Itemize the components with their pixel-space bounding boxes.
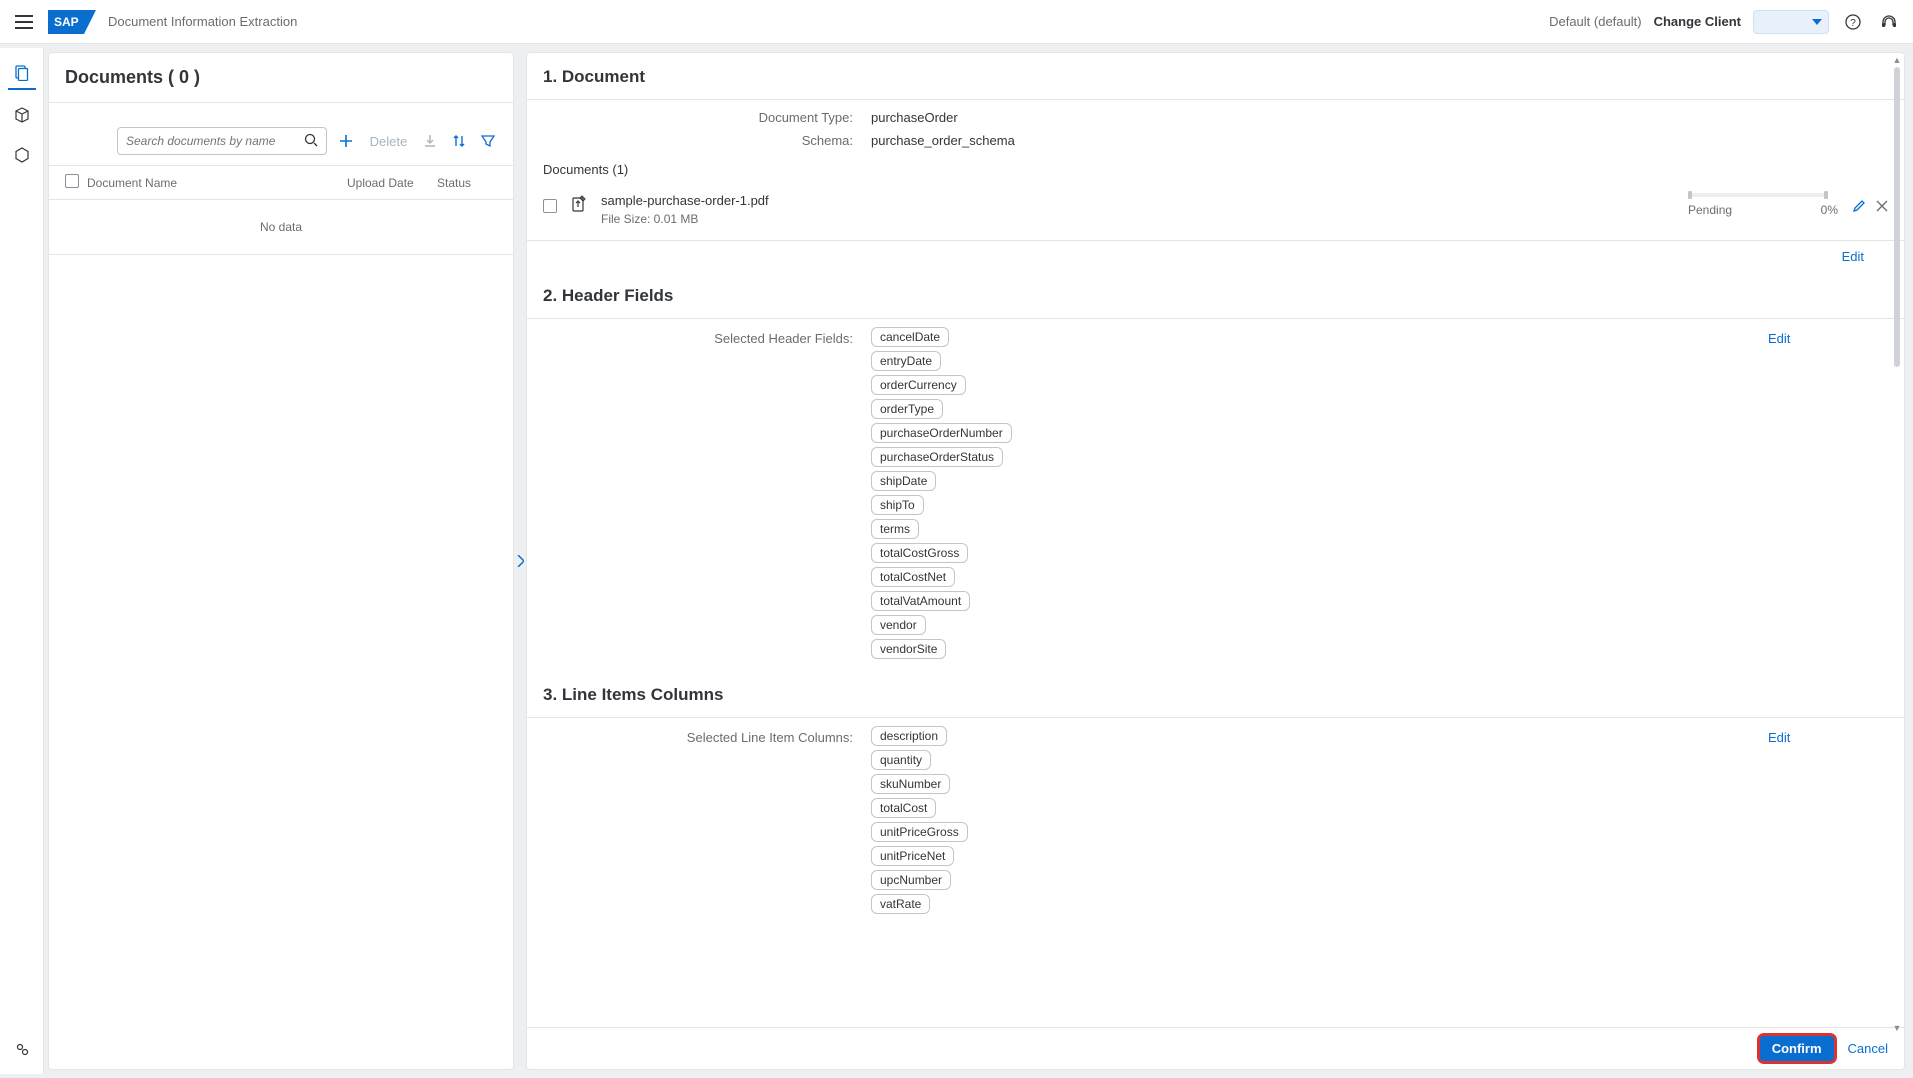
delete-button: Delete	[366, 134, 412, 149]
upload-progress	[1688, 193, 1828, 197]
help-icon[interactable]: ?	[1841, 10, 1865, 34]
vertical-scrollbar[interactable]: ▲ ▼	[1892, 55, 1902, 1067]
field-token: totalVatAmount	[871, 591, 970, 611]
field-token: unitPriceNet	[871, 846, 954, 866]
edit-icon[interactable]	[1852, 199, 1866, 216]
default-client-label: Default (default)	[1549, 14, 1642, 29]
field-token: totalCost	[871, 798, 936, 818]
field-token: totalCostGross	[871, 543, 968, 563]
upload-progress-pct: 0%	[1821, 203, 1838, 217]
documents-table-header: Document Name Upload Date Status	[49, 165, 513, 200]
sap-logo: SAP	[48, 10, 96, 34]
search-field[interactable]	[126, 134, 304, 148]
close-icon[interactable]	[1876, 200, 1888, 215]
svg-text:SAP: SAP	[54, 15, 79, 29]
cancel-button[interactable]: Cancel	[1848, 1041, 1888, 1056]
splitter-handle[interactable]	[514, 48, 526, 1074]
field-token: vatRate	[871, 894, 930, 914]
field-token: cancelDate	[871, 327, 949, 347]
sort-icon[interactable]	[450, 129, 469, 153]
search-input[interactable]	[117, 127, 327, 155]
svg-text:?: ?	[1850, 18, 1856, 29]
select-all-checkbox[interactable]	[65, 174, 79, 188]
menu-icon[interactable]	[12, 10, 36, 34]
field-token: skuNumber	[871, 774, 950, 794]
field-token: upcNumber	[871, 870, 951, 890]
documents-title: Documents ( 0 )	[65, 67, 497, 88]
field-token: entryDate	[871, 351, 941, 371]
add-button[interactable]	[337, 129, 356, 153]
file-size: File Size: 0.01 MB	[601, 212, 769, 226]
document-row: sample-purchase-order-1.pdf File Size: 0…	[527, 183, 1904, 241]
doctype-label: Document Type:	[543, 110, 853, 125]
line-item-tokens: description quantity skuNumber totalCost uni…	[871, 726, 1750, 914]
col-upload-date: Upload Date	[347, 176, 437, 190]
field-token: unitPriceGross	[871, 822, 968, 842]
doctype-value: purchaseOrder	[871, 110, 958, 125]
nav-cube-icon[interactable]	[8, 102, 36, 130]
scrollbar-thumb[interactable]	[1894, 67, 1900, 367]
scroll-up-icon[interactable]: ▲	[1892, 55, 1902, 65]
support-icon[interactable]	[1877, 10, 1901, 34]
selected-header-fields-label: Selected Header Fields:	[543, 327, 853, 659]
schema-label: Schema:	[543, 133, 853, 148]
filter-icon[interactable]	[478, 129, 497, 153]
nav-hex-icon[interactable]	[8, 142, 36, 170]
field-token: totalCostNet	[871, 567, 955, 587]
selected-line-item-columns-label: Selected Line Item Columns:	[543, 726, 853, 914]
field-token: orderType	[871, 399, 943, 419]
field-token: terms	[871, 519, 919, 539]
chevron-down-icon	[1812, 19, 1822, 25]
nav-settings-icon[interactable]	[8, 1036, 36, 1064]
section2-edit-link[interactable]: Edit	[1768, 331, 1790, 346]
field-token: purchaseOrderStatus	[871, 447, 1003, 467]
section-line-items-title: 3. Line Items Columns	[527, 663, 1904, 711]
section-document-title: 1. Document	[527, 53, 1904, 100]
field-token: vendor	[871, 615, 926, 635]
app-title: Document Information Extraction	[108, 14, 297, 29]
nav-documents-icon[interactable]	[8, 62, 36, 90]
documents-subheader: Documents (1)	[527, 152, 1904, 183]
topbar: SAP Document Information Extraction Defa…	[0, 0, 1913, 44]
field-token: orderCurrency	[871, 375, 966, 395]
footer: Confirm Cancel	[527, 1027, 1904, 1069]
header-field-tokens: cancelDate entryDate orderCurrency orderTyp…	[871, 327, 1750, 659]
change-client-button[interactable]: Change Client	[1654, 14, 1741, 29]
section1-edit-link[interactable]: Edit	[1842, 249, 1864, 264]
section3-edit-link[interactable]: Edit	[1768, 730, 1790, 745]
doc-row-checkbox[interactable]	[543, 199, 557, 213]
client-dropdown[interactable]	[1753, 10, 1829, 34]
search-icon[interactable]	[304, 133, 318, 150]
section-header-fields-title: 2. Header Fields	[527, 272, 1904, 312]
col-status: Status	[437, 176, 497, 190]
file-upload-icon	[571, 195, 587, 216]
confirm-button[interactable]: Confirm	[1760, 1036, 1834, 1061]
field-token: quantity	[871, 750, 931, 770]
download-icon	[421, 129, 440, 153]
side-nav	[0, 48, 44, 1074]
field-token: description	[871, 726, 947, 746]
upload-status-label: Pending	[1688, 203, 1732, 217]
scroll-down-icon[interactable]: ▼	[1892, 1023, 1902, 1033]
documents-pane: Documents ( 0 ) Delete	[48, 52, 514, 1070]
col-document-name: Document Name	[87, 176, 347, 190]
file-name: sample-purchase-order-1.pdf	[601, 193, 769, 208]
field-token: vendorSite	[871, 639, 946, 659]
field-token: purchaseOrderNumber	[871, 423, 1012, 443]
no-data-label: No data	[49, 200, 513, 255]
field-token: shipTo	[871, 495, 924, 515]
detail-pane: 1. Document Document Type: purchaseOrder…	[526, 52, 1905, 1070]
field-token: shipDate	[871, 471, 936, 491]
schema-value: purchase_order_schema	[871, 133, 1015, 148]
